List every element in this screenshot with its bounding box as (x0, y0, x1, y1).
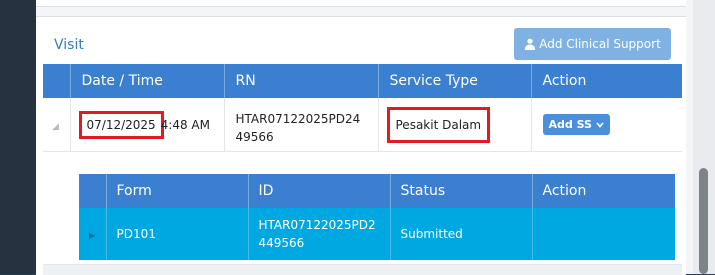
service-type-cell: Pesakit Dalam (377, 98, 531, 152)
action-cell: Add SS (530, 98, 682, 152)
rn-value: HTAR07122025PD2449566 (235, 111, 361, 144)
next-table-row-edge (43, 264, 682, 275)
table-row[interactable]: ▶ PD101 HTAR07122025PD2449566 Submitted (79, 208, 675, 260)
form-cell: PD101 (105, 208, 248, 260)
previous-panel-edge (36, 0, 686, 7)
column-header-action: Action (531, 174, 675, 208)
service-type-value: Pesakit Dalam (386, 106, 491, 143)
sub-row-expander-cell[interactable]: ▶ (79, 208, 106, 260)
form-id-value: HTAR07122025PD2449566 (258, 218, 376, 250)
app-sidebar-edge (0, 0, 36, 274)
rn-cell: HTAR07122025PD2449566 (223, 98, 378, 152)
column-header-date-time[interactable]: Date / Time (69, 64, 224, 98)
column-header-form[interactable]: Form (105, 174, 248, 208)
visit-date: 07/12/2025 (78, 110, 164, 139)
column-header-id[interactable]: ID (247, 174, 390, 208)
table-row[interactable]: ◢ 07/12/2025 4:48 AM HTAR07122025PD244956… (43, 98, 682, 152)
status-cell: Submitted (389, 208, 532, 260)
visit-time: 4:48 AM (160, 117, 210, 132)
column-header-action: Action (530, 64, 682, 98)
user-doctor-icon (525, 38, 536, 50)
add-ss-label: Add SS (548, 118, 592, 131)
triangle-icon[interactable]: ◢ (43, 122, 59, 132)
date-time-cell: 07/12/2025 4:48 AM (69, 98, 224, 152)
add-clinical-support-label: Add Clinical Support (539, 37, 661, 51)
form-action-cell (531, 208, 675, 260)
column-header-status[interactable]: Status (389, 174, 532, 208)
forms-table: Form ID Status Action ▶ PD101 HTAR071220… (79, 174, 675, 260)
play-icon[interactable]: ▶ (89, 231, 95, 240)
forms-table-header: Form ID Status Action (79, 174, 675, 208)
visits-table-header: Date / Time RN Service Type Action (43, 64, 682, 98)
visits-table: Date / Time RN Service Type Action ◢ 07/… (43, 64, 682, 152)
header-spacer (79, 174, 106, 208)
column-header-rn[interactable]: RN (223, 64, 378, 98)
add-ss-dropdown-button[interactable]: Add SS (542, 114, 610, 135)
header-spacer (43, 64, 70, 98)
page-content: Visit Add Clinical Support Date / Time R… (36, 0, 693, 275)
visit-panel-title[interactable]: Visit (54, 37, 84, 53)
scrollbar-thumb[interactable] (699, 168, 708, 274)
row-expander-cell[interactable]: ◢ (43, 98, 70, 152)
form-id-cell: HTAR07122025PD2449566 (247, 208, 390, 260)
column-header-service-type[interactable]: Service Type (377, 64, 531, 98)
chevron-down-icon (596, 121, 604, 128)
add-clinical-support-button[interactable]: Add Clinical Support (514, 28, 671, 60)
